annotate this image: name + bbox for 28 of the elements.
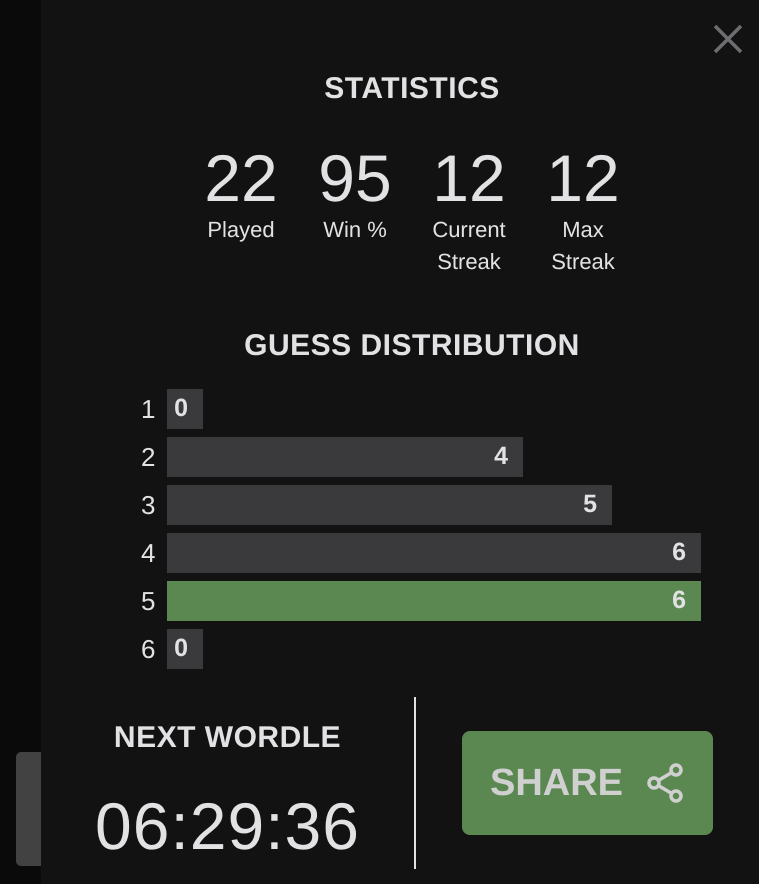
distribution-bar: 0: [167, 389, 203, 429]
guess-number: 3: [141, 488, 156, 522]
stat-label: Max Streak: [550, 216, 616, 276]
distribution-bar: 0: [167, 629, 203, 669]
guess-distribution-heading: GUESS DISTRIBUTION: [244, 329, 580, 363]
statistics-heading: STATISTICS: [324, 72, 500, 106]
stat-value: 95: [318, 142, 392, 214]
guess-number: 4: [141, 536, 156, 570]
guess-number: 6: [141, 632, 156, 666]
stat-label: Current Streak: [431, 216, 507, 276]
stat-value: 12: [546, 142, 620, 214]
share-button[interactable]: SHARE: [462, 731, 713, 835]
countdown-timer: 06:29:36: [95, 789, 360, 863]
stat-label: Win %: [322, 216, 388, 244]
share-icon: [645, 762, 686, 804]
distribution-bar: 4: [167, 437, 523, 477]
distribution-bar: 5: [167, 485, 612, 525]
distribution-bar: 6: [167, 533, 701, 573]
guess-number: 2: [141, 440, 156, 474]
stat-value: 22: [204, 142, 278, 214]
distribution-bar: 6: [167, 581, 701, 621]
stat-label: Played: [206, 216, 276, 244]
guess-number: 1: [141, 392, 156, 426]
stat-value: 12: [432, 142, 506, 214]
close-button[interactable]: [712, 23, 743, 54]
close-icon: [712, 24, 742, 54]
guess-number: 5: [141, 584, 156, 618]
next-wordle-label: NEXT WORDLE: [114, 721, 342, 755]
